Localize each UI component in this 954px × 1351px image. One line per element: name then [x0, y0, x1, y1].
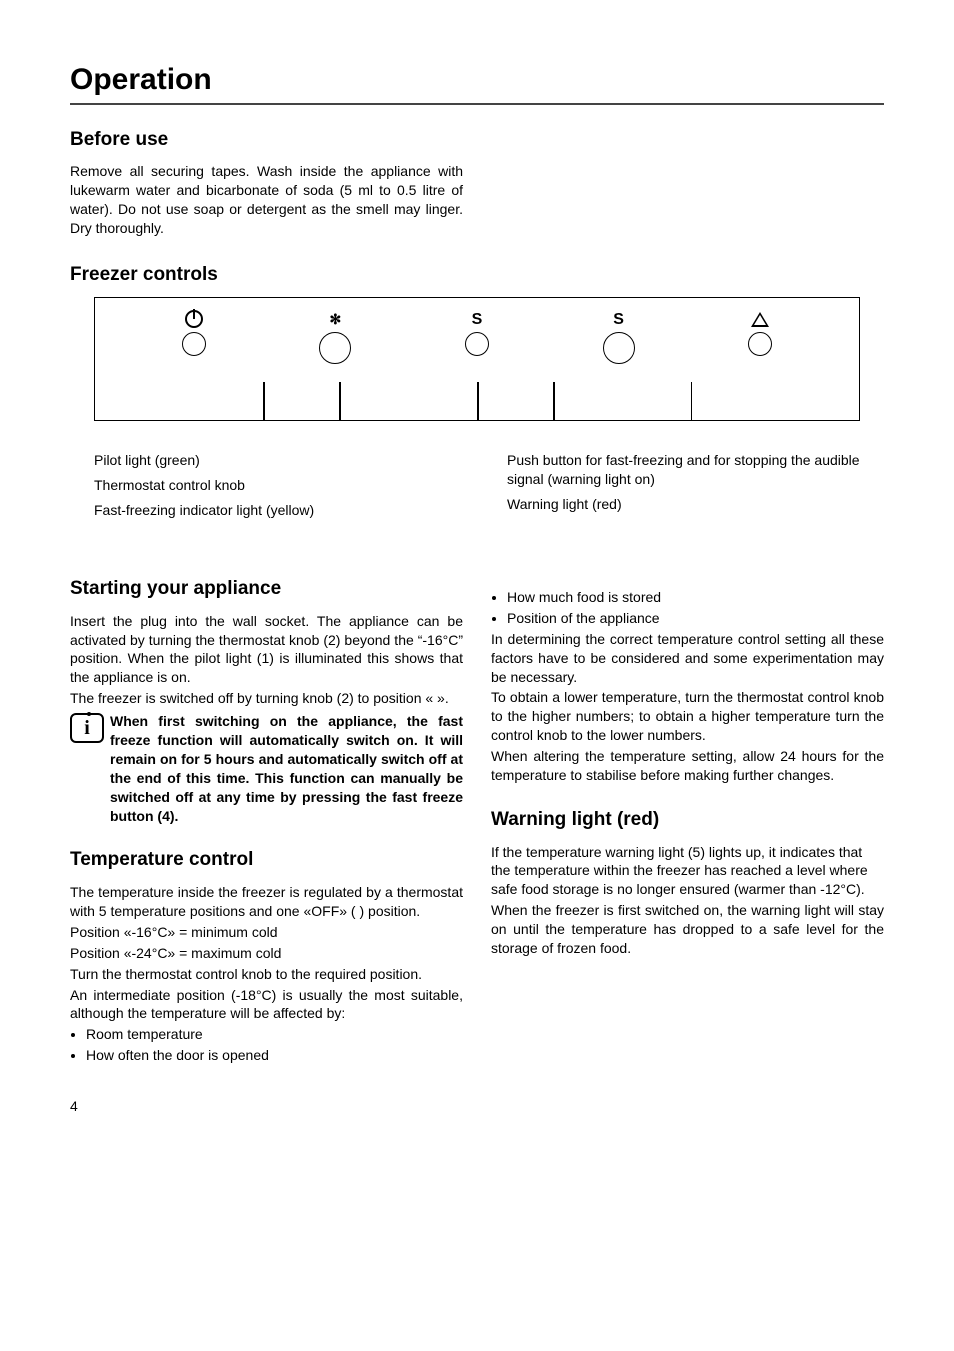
page-title: Operation — [70, 60, 884, 105]
pilot-light-control — [182, 310, 206, 356]
warning-triangle-icon — [751, 312, 769, 327]
warning-light-control — [748, 310, 772, 356]
temperature-heading: Temperature control — [70, 847, 463, 873]
temperature-p4: Turn the thermostat control knob to the … — [70, 965, 463, 984]
legend-warning-light: Warning light (red) — [507, 495, 860, 514]
control-panel-diagram: ✻ S S — [94, 297, 860, 421]
legend-thermostat: Thermostat control knob — [94, 476, 447, 495]
starting-p2: The freezer is switched off by turning k… — [70, 689, 463, 708]
warning-heading: Warning light (red) — [491, 807, 884, 833]
legend-fast-freeze-light: Fast-freezing indicator light (yellow) — [94, 501, 447, 520]
starting-p1: Insert the plug into the wall socket. Th… — [70, 612, 463, 688]
temperature-p3: Position «-24°C» = maximum cold — [70, 944, 463, 963]
page-number: 4 — [70, 1097, 884, 1116]
temp-bullet-position: Position of the appliance — [507, 609, 884, 628]
legend-fast-freeze-button: Push button for fast-freezing and for st… — [507, 451, 860, 489]
thermostat-knob-control: ✻ — [319, 310, 351, 364]
warning-p2: When the freezer is first switched on, t… — [491, 901, 884, 958]
temperature-p8: When altering the temperature setting, a… — [491, 747, 884, 785]
temp-bullet-food: How much food is stored — [507, 588, 884, 607]
temperature-p1: The temperature inside the freezer is re… — [70, 883, 463, 921]
starting-info: When first switching on the appliance, t… — [110, 712, 463, 825]
before-use-body: Remove all securing tapes. Wash inside t… — [70, 162, 463, 238]
legend-pilot-light: Pilot light (green) — [94, 451, 447, 470]
power-icon — [185, 310, 203, 328]
temperature-p5: An intermediate position (-18°C) is usua… — [70, 986, 463, 1024]
before-use-heading: Before use — [70, 127, 884, 153]
s-label: S — [472, 310, 483, 328]
temp-bullet-room: Room temperature — [86, 1025, 463, 1044]
info-icon: i — [70, 713, 104, 743]
temperature-p7: To obtain a lower temperature, turn the … — [491, 688, 884, 745]
temperature-p2: Position «-16°C» = minimum cold — [70, 923, 463, 942]
freezer-controls-heading: Freezer controls — [70, 262, 884, 288]
temp-bullet-door: How often the door is opened — [86, 1046, 463, 1065]
fast-freeze-button-control: S — [603, 310, 635, 364]
fast-freeze-light-control: S — [465, 310, 489, 356]
snowflake-icon: ✻ — [330, 310, 342, 328]
s-label: S — [613, 310, 624, 328]
diagram-legend: Pilot light (green) Thermostat control k… — [70, 451, 884, 526]
temperature-p6: In determining the correct temperature c… — [491, 630, 884, 687]
warning-p1: If the temperature warning light (5) lig… — [491, 843, 884, 900]
starting-heading: Starting your appliance — [70, 576, 463, 602]
